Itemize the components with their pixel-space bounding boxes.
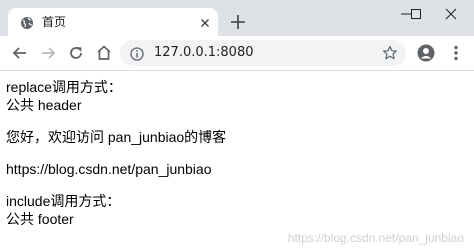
home-icon[interactable]	[94, 43, 114, 63]
reload-icon[interactable]	[66, 43, 86, 63]
info-icon[interactable]	[130, 46, 144, 61]
globe-icon	[20, 15, 34, 29]
browser-toolbar: 127.0.0.1:8080	[0, 36, 474, 71]
close-tab-icon[interactable]	[198, 15, 212, 29]
page-content: replace调用方式： 公共 header 您好，欢迎访问 pan_junbi…	[6, 78, 466, 242]
bookmark-star-icon[interactable]	[382, 45, 398, 61]
new-tab-icon[interactable]	[228, 12, 248, 32]
browser-tab[interactable]: 首页	[8, 8, 218, 36]
profile-avatar-icon[interactable]	[416, 43, 436, 63]
blog-url-section: https://blog.csdn.net/pan_junbiao	[6, 160, 466, 178]
tab-title: 首页	[42, 15, 67, 29]
include-section: include调用方式： 公共 footer	[6, 192, 466, 228]
greeting-text: 您好，欢迎访问 pan_junbiao的博客	[6, 129, 227, 145]
back-arrow-icon[interactable]	[10, 43, 30, 63]
replace-heading: replace调用方式：	[6, 79, 122, 95]
menu-kebab-icon[interactable]	[446, 43, 466, 63]
greeting-section: 您好，欢迎访问 pan_junbiao的博客	[6, 128, 466, 146]
close-icon	[445, 8, 457, 20]
include-heading: include调用方式：	[6, 193, 121, 209]
replace-section: replace调用方式： 公共 header	[6, 78, 466, 114]
close-window-button[interactable]	[428, 0, 474, 28]
footer-text: 公共 footer	[6, 211, 74, 227]
blog-url-text: https://blog.csdn.net/pan_junbiao	[6, 161, 212, 177]
header-text: 公共 header	[6, 97, 82, 113]
url-text[interactable]: 127.0.0.1:8080	[154, 45, 254, 61]
address-bar[interactable]: 127.0.0.1:8080	[120, 40, 406, 66]
title-bar: 首页	[0, 0, 474, 36]
watermark: https://blog.csdn.net/pan_junbiao	[287, 231, 464, 245]
maximize-icon	[411, 9, 421, 19]
forward-arrow-icon[interactable]	[38, 43, 58, 63]
